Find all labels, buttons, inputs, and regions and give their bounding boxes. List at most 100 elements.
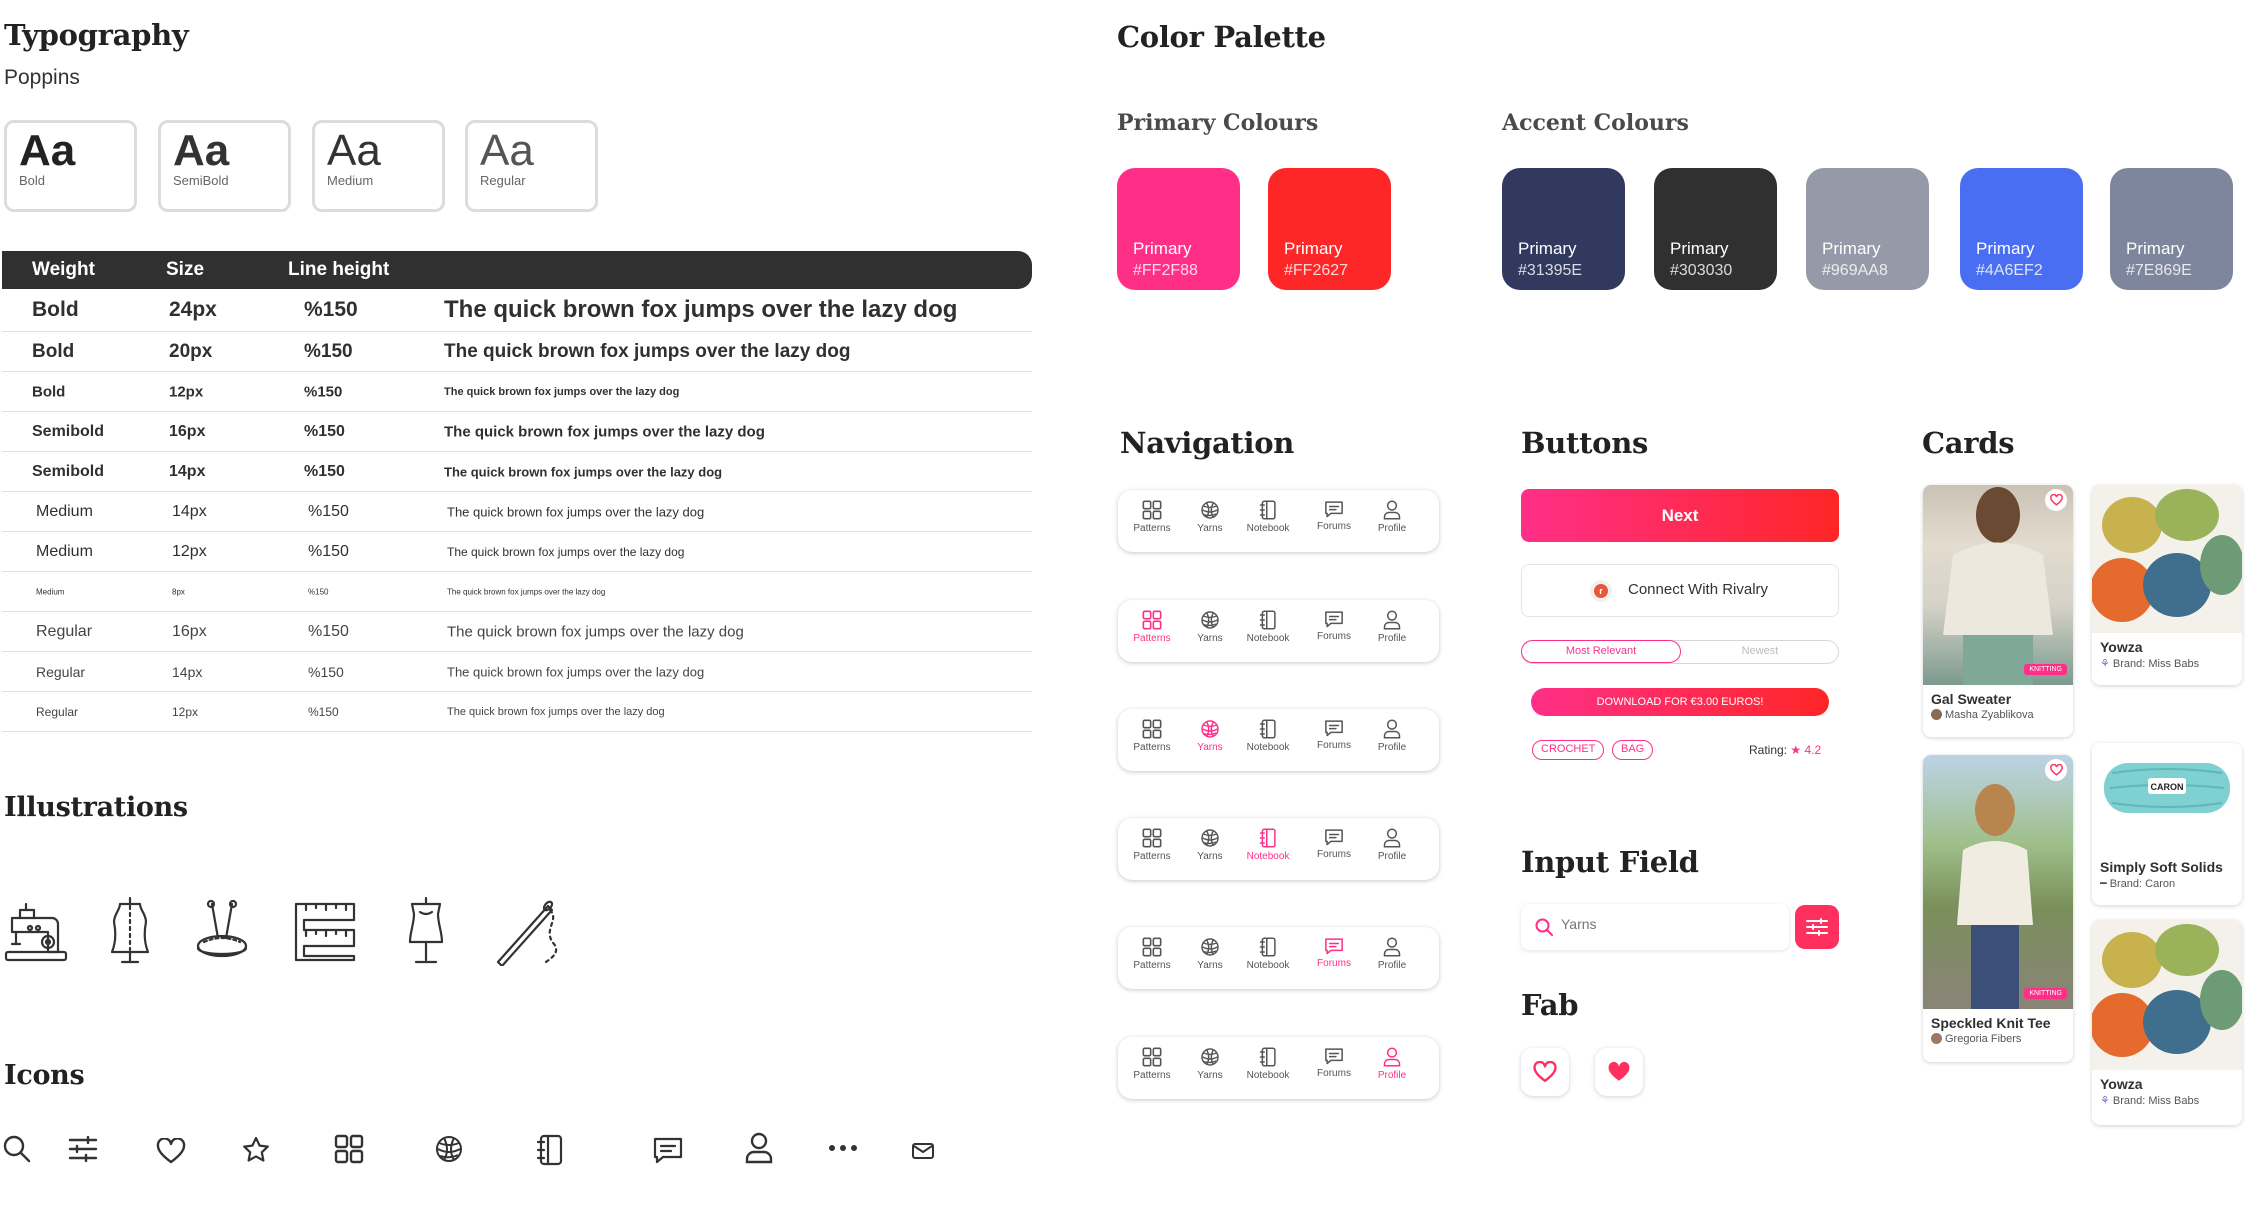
bottom-nav-bar: Patterns Yarns Notebook Forums Profile [1118,600,1439,662]
search-input[interactable] [1561,916,1761,932]
nav-tab-label: Notebook [1246,633,1290,644]
pattern-card[interactable]: KNITTING Speckled Knit Tee Gregoria Fibe… [1923,755,2073,1062]
next-button[interactable]: Next [1521,489,1839,542]
bottom-nav-bar: Patterns Yarns Notebook Forums Profile [1118,1037,1439,1099]
card-title: Yowza [2100,639,2143,655]
rivalry-logo-icon: r [1590,580,1612,602]
nav-tab-notebook[interactable]: Notebook [1242,500,1294,534]
pattern-card[interactable]: KNITTING Gal Sweater Masha Zyablikova [1923,485,2073,737]
nav-tab-forums[interactable]: Forums [1308,828,1360,860]
category-badge: KNITTING [2024,664,2067,675]
svg-text:CARON: CARON [2151,782,2184,792]
illustrations-title: Illustrations [4,792,188,823]
nav-tab-label: Notebook [1246,960,1290,971]
filter-button[interactable] [1795,905,1839,949]
nav-tab-notebook[interactable]: Notebook [1242,610,1294,644]
type-row: Semibold 14px %150 The quick brown fox j… [2,452,1032,492]
nav-tab-yarns[interactable]: Yarns [1184,500,1236,534]
search-icon [1535,918,1553,936]
nav-tab-profile[interactable]: Profile [1366,937,1418,971]
user-icon [1366,719,1418,739]
nav-tab-patterns[interactable]: Patterns [1126,500,1178,534]
avatar [1931,709,1942,720]
nav-tab-yarns[interactable]: Yarns [1184,937,1236,971]
fab-heart-filled[interactable] [1595,1048,1643,1096]
nav-tab-profile[interactable]: Profile [1366,719,1418,753]
nav-tab-patterns[interactable]: Patterns [1126,1047,1178,1081]
font-sample-regular: Aa Regular [465,120,598,212]
grid-icon [1126,937,1178,957]
color-swatch: Primary #4A6EF2 [1960,168,2083,290]
nav-tab-profile[interactable]: Profile [1366,1047,1418,1081]
typography-title: Typography [4,18,189,52]
measuring-tape-illustration [294,902,356,962]
chip-crochet[interactable]: CROCHET [1532,740,1605,760]
notebook-icon [1242,1047,1294,1067]
pincushion-illustration [196,899,248,958]
nav-tab-patterns[interactable]: Patterns [1126,937,1178,971]
nav-tab-notebook[interactable]: Notebook [1242,828,1294,862]
nav-tab-forums[interactable]: Forums [1308,610,1360,642]
navigation-title: Navigation [1120,426,1295,460]
nav-tab-forums[interactable]: Forums [1308,937,1360,969]
download-button[interactable]: DOWNLOAD FOR €3.00 EUROS! [1531,688,1829,716]
grid-icon [1126,500,1178,520]
font-sample-semibold: Aa SemiBold [158,120,291,212]
fab-heart-outline[interactable] [1521,1048,1569,1096]
favorite-button[interactable] [2045,489,2067,511]
nav-tab-notebook[interactable]: Notebook [1242,937,1294,971]
nav-tab-yarns[interactable]: Yarns [1184,828,1236,862]
nav-tab-label: Profile [1377,851,1407,862]
mail-icon [912,1143,934,1159]
category-badge: KNITTING [2024,988,2067,999]
nav-tab-label: Patterns [1133,633,1171,644]
yarn-icon [1184,937,1236,957]
nav-tab-forums[interactable]: Forums [1308,500,1360,532]
type-table-header: Weight Size Line height [2,251,1032,289]
type-row: Bold 24px %150 The quick brown fox jumps… [2,289,1032,332]
segment-newest[interactable]: Newest [1682,641,1838,662]
user-icon [1366,610,1418,630]
search-icon [3,1135,31,1163]
card-image [2092,920,2242,1070]
nav-tab-label: Forums [1317,521,1351,532]
nav-tab-patterns[interactable]: Patterns [1126,719,1178,753]
yarn-icon [1184,1047,1236,1067]
nav-tab-forums[interactable]: Forums [1308,1047,1360,1079]
grid-icon [1126,610,1178,630]
nav-tab-label: Forums [1317,958,1351,969]
heart-filled-icon [1608,1061,1630,1081]
font-sample-medium: Aa Medium [312,120,445,212]
card-title: Gal Sweater [1931,691,2012,707]
nav-tab-patterns[interactable]: Patterns [1126,610,1178,644]
nav-tab-notebook[interactable]: Notebook [1242,719,1294,753]
search-field[interactable] [1521,904,1789,950]
connect-rivalry-button[interactable]: r Connect With Rivalry [1521,564,1839,617]
segment-most-relevant[interactable]: Most Relevant [1521,640,1681,663]
color-swatch: Primary #FF2F88 [1117,168,1240,290]
nav-tab-yarns[interactable]: Yarns [1184,610,1236,644]
nav-tab-label: Patterns [1133,523,1171,534]
favorite-button[interactable] [2045,759,2067,781]
nav-tab-profile[interactable]: Profile [1366,610,1418,644]
nav-tab-yarns[interactable]: Yarns [1184,1047,1236,1081]
type-row: Bold 12px %150 The quick brown fox jumps… [2,372,1032,412]
nav-tab-patterns[interactable]: Patterns [1126,828,1178,862]
notebook-icon [1242,937,1294,957]
yarn-card[interactable]: Yowza ⚘ Brand: Miss Babs [2092,920,2242,1125]
chat-icon [1308,719,1360,737]
yarn-card[interactable]: CARON Simply Soft Solids ━ Brand: Caron [2092,743,2242,905]
color-swatch: Primary #7E869E [2110,168,2233,290]
chip-bag[interactable]: BAG [1612,740,1654,760]
nav-tab-forums[interactable]: Forums [1308,719,1360,751]
nav-tab-notebook[interactable]: Notebook [1242,1047,1294,1081]
nav-tab-profile[interactable]: Profile [1366,828,1418,862]
bottom-nav-bar: Patterns Yarns Notebook Forums Profile [1118,927,1439,989]
nav-tab-yarns[interactable]: Yarns [1184,719,1236,753]
chat-icon [653,1137,683,1164]
chat-icon [1308,500,1360,518]
notebook-icon [1242,828,1294,848]
nav-tab-profile[interactable]: Profile [1366,500,1418,534]
notebook-icon [1242,719,1294,739]
yarn-card[interactable]: Yowza ⚘ Brand: Miss Babs [2092,485,2242,685]
